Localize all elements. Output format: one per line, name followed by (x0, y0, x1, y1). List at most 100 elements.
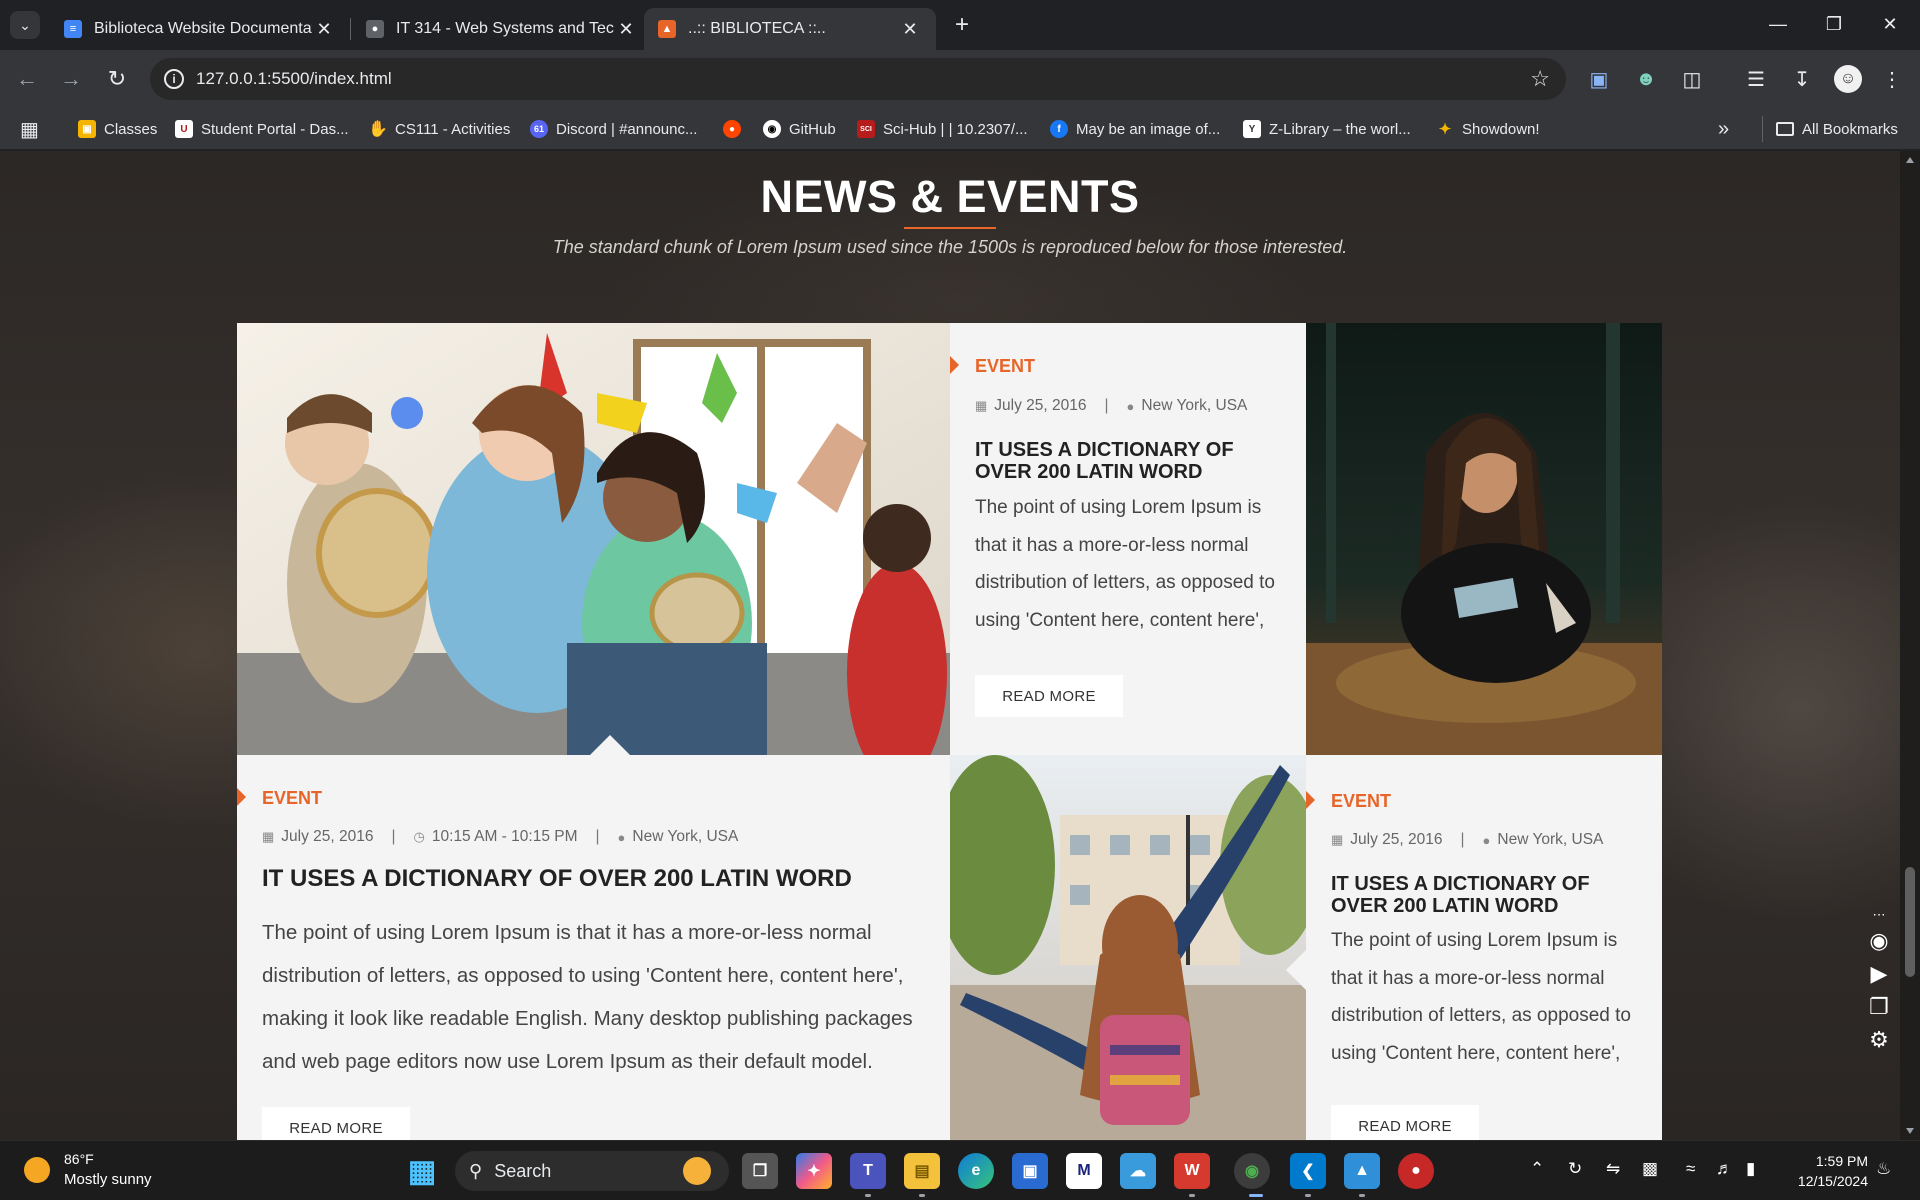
bookmark-facebook[interactable]: f May be an image of... (1050, 118, 1220, 140)
calendar-icon: ▦ (262, 829, 275, 844)
scroll-thumb[interactable] (1905, 867, 1915, 977)
bookmark-label: Student Portal - Das... (201, 120, 349, 138)
bookmark-reddit[interactable]: ● (723, 118, 749, 140)
tab-title: ..:: BIBLIOTECA ::.. (688, 20, 826, 37)
address-bar[interactable]: i 127.0.0.1:5500/index.html ☆ (150, 58, 1566, 100)
tab-biblioteca-docs[interactable]: ≡ Biblioteca Website Documentati ✕ (50, 8, 350, 50)
reload-icon[interactable]: ↻ (102, 64, 132, 94)
battery-icon[interactable]: ▮ (1746, 1159, 1755, 1179)
close-window-icon[interactable]: ✕ (1862, 6, 1918, 42)
forest-reading-photo (1306, 323, 1662, 755)
event-title[interactable]: IT USES A DICTIONARY OF OVER 200 LATIN W… (975, 439, 1295, 483)
camera-icon[interactable]: ◉ (1860, 924, 1898, 957)
bookmark-github[interactable]: ◉ GitHub (763, 118, 836, 140)
mendeley-icon[interactable]: M (1066, 1153, 1102, 1189)
media-controls-icon[interactable]: ☰ (1742, 65, 1770, 93)
tab-biblioteca-active[interactable]: ▲ ..:: BIBLIOTECA ::.. ✕ (644, 8, 936, 50)
bookmark-classes[interactable]: ▣ Classes (78, 118, 157, 140)
event-title[interactable]: IT USES A DICTIONARY OF OVER 200 LATIN W… (1331, 873, 1651, 917)
screenshot-extension-icon[interactable]: ▣ (1585, 65, 1613, 93)
bookmark-star-icon[interactable]: ☆ (1530, 66, 1550, 92)
browser-menu-icon[interactable]: ⋮ (1878, 65, 1906, 93)
back-icon[interactable]: ← (12, 64, 42, 94)
wps-office-icon[interactable]: W (1174, 1153, 1210, 1189)
event-location: New York, USA (632, 828, 739, 845)
extensions-puzzle-icon[interactable]: ◫ (1678, 65, 1706, 93)
bookmark-label: All Bookmarks (1802, 120, 1898, 138)
more-bookmarks-chevron-icon[interactable]: » (1718, 118, 1729, 140)
windows-taskbar: 86°F Mostly sunny ▦ ⚲ Search ❐ ✦ T ▤ e ▣… (0, 1140, 1920, 1200)
store-icon[interactable]: ▣ (1012, 1153, 1048, 1189)
bookmark-label: GitHub (789, 120, 836, 138)
bookmark-label: May be an image of... (1076, 120, 1221, 138)
edge-icon[interactable]: e (958, 1153, 994, 1189)
controls-icon[interactable]: ⇋ (1606, 1159, 1620, 1179)
photos-icon[interactable]: ▲ (1344, 1153, 1380, 1189)
downloads-icon[interactable]: ↧ (1788, 65, 1816, 93)
close-tab-icon[interactable]: ✕ (312, 19, 336, 40)
notification-bell-icon[interactable]: ♨ (1876, 1159, 1891, 1179)
running-indicator (1305, 1194, 1311, 1197)
bookmark-student-portal[interactable]: U Student Portal - Das... (175, 118, 349, 140)
windows-start-icon[interactable]: ▦ (404, 1153, 440, 1189)
more-options-icon[interactable]: ⋯ (1860, 906, 1898, 924)
site-info-icon[interactable]: i (164, 69, 184, 89)
bookmark-cs111[interactable]: ✋ CS111 - Activities (368, 118, 510, 140)
google-docs-icon: ≡ (64, 20, 82, 38)
task-view-icon[interactable]: ❐ (742, 1153, 778, 1189)
vscode-icon[interactable]: ❮ (1290, 1153, 1326, 1189)
bookmark-showdown[interactable]: ✦ Showdown! (1436, 118, 1540, 140)
chrome-icon[interactable]: ◉ (1234, 1153, 1270, 1189)
apps-grid-icon[interactable]: ▦ (20, 118, 39, 141)
read-more-button[interactable]: READ MORE (1331, 1105, 1479, 1140)
event-date: July 25, 2016 (1350, 831, 1443, 848)
taskbar-clock[interactable]: 1:59 PM 12/15/2024 (1798, 1151, 1868, 1191)
bookmark-scihub[interactable]: SCI Sci-Hub | | 10.2307/... (857, 118, 1028, 140)
copilot-icon[interactable]: ✦ (796, 1153, 832, 1189)
event-title[interactable]: IT USES A DICTIONARY OF OVER 200 LATIN W… (262, 865, 942, 893)
show-hidden-icons-chevron-icon[interactable]: ⌃ (1530, 1159, 1544, 1179)
event-card-3: EVENT ▦ July 25, 2016 | ● New York, USA … (1306, 755, 1662, 1140)
hand-icon: ✋ (368, 121, 388, 138)
file-explorer-icon[interactable]: ▤ (904, 1153, 940, 1189)
sync-icon[interactable]: ↻ (1568, 1159, 1582, 1179)
close-tab-icon[interactable]: ✕ (898, 19, 922, 40)
onedrive-icon[interactable]: ☁ (1120, 1153, 1156, 1189)
bookmark-discord[interactable]: 61 Discord | #announc... (530, 118, 697, 140)
meter-icon[interactable]: ▩ (1642, 1159, 1658, 1179)
read-more-button[interactable]: READ MORE (975, 675, 1123, 717)
taskbar-search[interactable]: ⚲ Search (455, 1151, 729, 1191)
teams-icon[interactable]: T (850, 1153, 886, 1189)
event-tag: EVENT (262, 788, 323, 808)
search-highlight-icon (683, 1157, 711, 1185)
classroom-icon: ● (366, 20, 384, 38)
new-tab-icon[interactable]: + (948, 11, 976, 39)
restore-icon[interactable]: ❐ (1806, 6, 1862, 42)
facebook-icon: f (1050, 120, 1068, 138)
folder-icon (1776, 122, 1794, 136)
forward-icon[interactable]: → (56, 64, 86, 94)
ai-extension-icon[interactable]: ☻ (1632, 65, 1660, 93)
calendar-icon: ▦ (1331, 832, 1344, 847)
url-text[interactable]: 127.0.0.1:5500/index.html (196, 69, 392, 89)
page-scrollbar[interactable] (1900, 151, 1920, 1140)
record-icon[interactable]: ● (1398, 1153, 1434, 1189)
profile-avatar[interactable]: ☺ (1834, 65, 1862, 93)
settings-gear-icon[interactable]: ⚙ (1860, 1023, 1898, 1056)
video-icon[interactable]: ▶ (1860, 957, 1898, 990)
bookmark-zlibrary[interactable]: Y Z-Library – the worl... (1243, 118, 1411, 140)
tab-it314[interactable]: ● IT 314 - Web Systems and Techr ✕ (352, 8, 652, 50)
minimize-icon[interactable]: — (1750, 6, 1806, 42)
volume-icon[interactable]: ♬ (1716, 1159, 1733, 1179)
title-underline (904, 227, 996, 229)
all-bookmarks-folder[interactable]: All Bookmarks (1776, 118, 1898, 140)
windows-icon[interactable]: ❐ (1860, 990, 1898, 1023)
tab-title: Biblioteca Website Documentati (94, 20, 312, 37)
close-tab-icon[interactable]: ✕ (614, 19, 638, 40)
tab-search-chevron-icon[interactable]: ⌄ (10, 11, 40, 39)
scroll-up-icon[interactable] (1906, 157, 1914, 163)
wifi-icon[interactable]: ≈ (1686, 1159, 1695, 1179)
bookmark-label: Discord | #announc... (556, 120, 698, 138)
scroll-down-icon[interactable] (1906, 1128, 1914, 1134)
read-more-button[interactable]: READ MORE (262, 1107, 410, 1140)
